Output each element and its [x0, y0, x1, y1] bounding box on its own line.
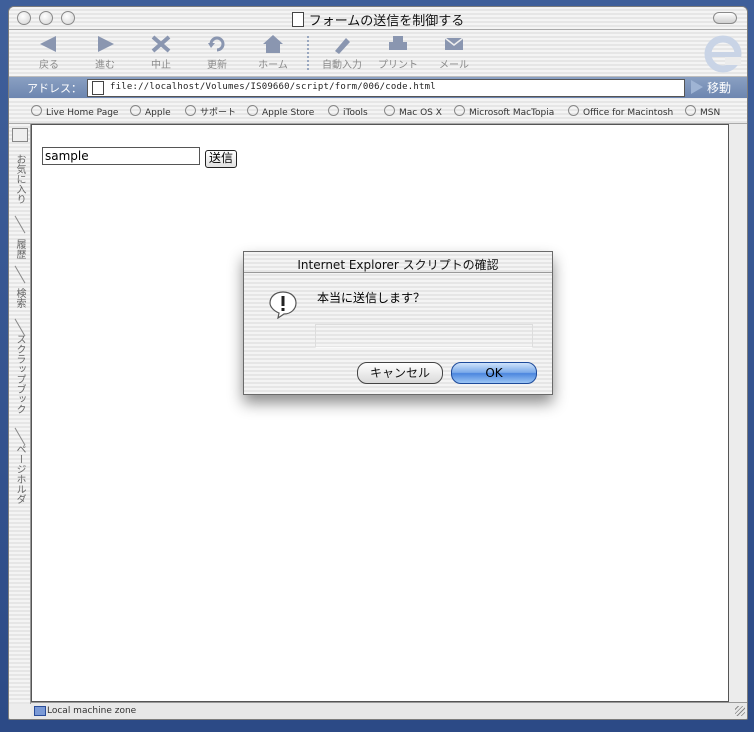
stop-button[interactable]: 中止 [139, 34, 183, 71]
favorite-label: サポート [200, 108, 237, 118]
sidebar-tab-history[interactable]: 履歴 [12, 239, 27, 259]
favorite-label: Microsoft MacTopia [469, 108, 555, 118]
favorite-icon [454, 105, 465, 116]
favorite-itools[interactable]: iTools [328, 105, 368, 118]
ok-button[interactable]: OK [451, 362, 537, 384]
send-button[interactable]: 送信 [205, 150, 238, 168]
autofill-icon [335, 38, 350, 54]
sidebar-tab-divider [14, 215, 26, 234]
security-zone-text: Local machine zone [47, 706, 137, 716]
favorite-icon [247, 105, 258, 116]
dialog-title: Internet Explorer スクリプトの確認 [297, 258, 499, 272]
title-bar[interactable]: フォームの送信を制御する [9, 7, 747, 30]
home-label: ホーム [258, 60, 288, 71]
address-bar: アドレス： file://localhost/Volumes/IS09660/s… [9, 77, 747, 98]
favorite-icon [328, 105, 339, 116]
stop-label: 中止 [151, 60, 171, 71]
refresh-button[interactable]: 更新 [195, 34, 239, 71]
alert-exclamation-icon [269, 291, 297, 319]
toolbar: 戻る 進む 中止 更新 ホーム 自動入力 プリント メール [9, 30, 747, 77]
favorites-bar: Live Home Page Apple サポート Apple Store iT… [9, 99, 747, 124]
address-input[interactable]: file://localhost/Volumes/IS09660/script/… [87, 79, 685, 97]
toolbar-toggle-button[interactable] [713, 12, 737, 24]
stop-icon [151, 35, 171, 53]
sidebar-tab-favorites[interactable]: お気に入り [12, 154, 27, 204]
address-label: アドレス： [27, 82, 82, 95]
sidebar-toggle-icon[interactable] [12, 128, 28, 142]
back-arrow-icon [40, 36, 56, 52]
sidebar-tab-scrapbook[interactable]: スクラップブック [12, 334, 27, 414]
ie-logo-icon [704, 35, 742, 73]
local-zone-icon [34, 706, 46, 716]
refresh-label: 更新 [207, 60, 227, 71]
favorite-live-home-page[interactable]: Live Home Page [31, 105, 118, 118]
favorite-label: Mac OS X [399, 108, 442, 118]
sidebar-tab-divider [14, 265, 26, 284]
favorite-label: Apple Store [262, 108, 315, 118]
back-button[interactable]: 戻る [27, 34, 71, 71]
favorite-label: iTools [343, 108, 368, 118]
home-icon [263, 35, 283, 53]
go-button[interactable]: 移動 [707, 79, 731, 96]
forward-label: 進む [95, 60, 115, 71]
autofill-button[interactable]: 自動入力 [320, 34, 364, 71]
favorite-label: Office for Macintosh [583, 108, 674, 118]
dialog-text-inset [315, 324, 533, 348]
toolbar-separator [307, 36, 309, 70]
favorite-icon [568, 105, 579, 116]
favorite-mac-os-x[interactable]: Mac OS X [384, 105, 442, 118]
go-arrow-icon[interactable] [691, 80, 703, 94]
window-title: フォームの送信を制御する [9, 10, 747, 29]
dialog-message: 本当に送信します？ [317, 291, 426, 305]
favorite-label: Apple [145, 108, 171, 118]
explorer-sidebar: お気に入り 履歴 検索 スクラップブック ページホルダ [9, 124, 31, 704]
status-bar: Local machine zone [31, 702, 747, 719]
dialog-title-bar[interactable]: Internet Explorer スクリプトの確認 [244, 252, 552, 273]
page-content: sample 送信 [31, 124, 729, 702]
favorite-icon [31, 105, 42, 116]
back-label: 戻る [39, 60, 59, 71]
print-button[interactable]: プリント [376, 34, 420, 71]
favorite-icon [685, 105, 696, 116]
favorite-support[interactable]: サポート [185, 105, 236, 118]
mail-icon [444, 37, 464, 50]
favorite-apple[interactable]: Apple [130, 105, 171, 118]
favorite-label: MSN [700, 108, 721, 118]
mail-label: メール [439, 60, 469, 71]
document-icon [291, 12, 304, 27]
forward-button[interactable]: 進む [83, 34, 127, 71]
sidebar-tab-divider [14, 427, 26, 446]
window-title-text: フォームの送信を制御する [308, 14, 465, 29]
favorite-icon [384, 105, 395, 116]
resize-grip-icon[interactable] [735, 706, 745, 716]
page-document-icon [92, 81, 104, 95]
favorite-apple-store[interactable]: Apple Store [247, 105, 314, 118]
home-button[interactable]: ホーム [251, 34, 295, 71]
favorite-msn[interactable]: MSN [685, 105, 720, 118]
refresh-icon [208, 36, 225, 52]
sample-text-input[interactable]: sample [42, 147, 200, 165]
print-label: プリント [378, 60, 418, 71]
autofill-label: 自動入力 [322, 60, 362, 71]
mail-button[interactable]: メール [432, 34, 476, 71]
cancel-button[interactable]: キャンセル [357, 362, 443, 384]
forward-arrow-icon [98, 36, 114, 52]
favorite-microsoft-mactopia[interactable]: Microsoft MacTopia [454, 105, 554, 118]
favorite-office-for-macintosh[interactable]: Office for Macintosh [568, 105, 673, 118]
favorite-label: Live Home Page [46, 108, 119, 118]
favorite-icon [130, 105, 141, 116]
confirm-dialog: Internet Explorer スクリプトの確認 本当に送信します？ キャン… [243, 251, 553, 395]
sidebar-tab-page-holder[interactable]: ページホルダ [12, 444, 27, 504]
address-url: file://localhost/Volumes/IS09660/script/… [110, 82, 436, 92]
sidebar-tab-search[interactable]: 検索 [12, 288, 27, 308]
print-icon [389, 36, 407, 50]
favorite-icon [185, 105, 196, 116]
